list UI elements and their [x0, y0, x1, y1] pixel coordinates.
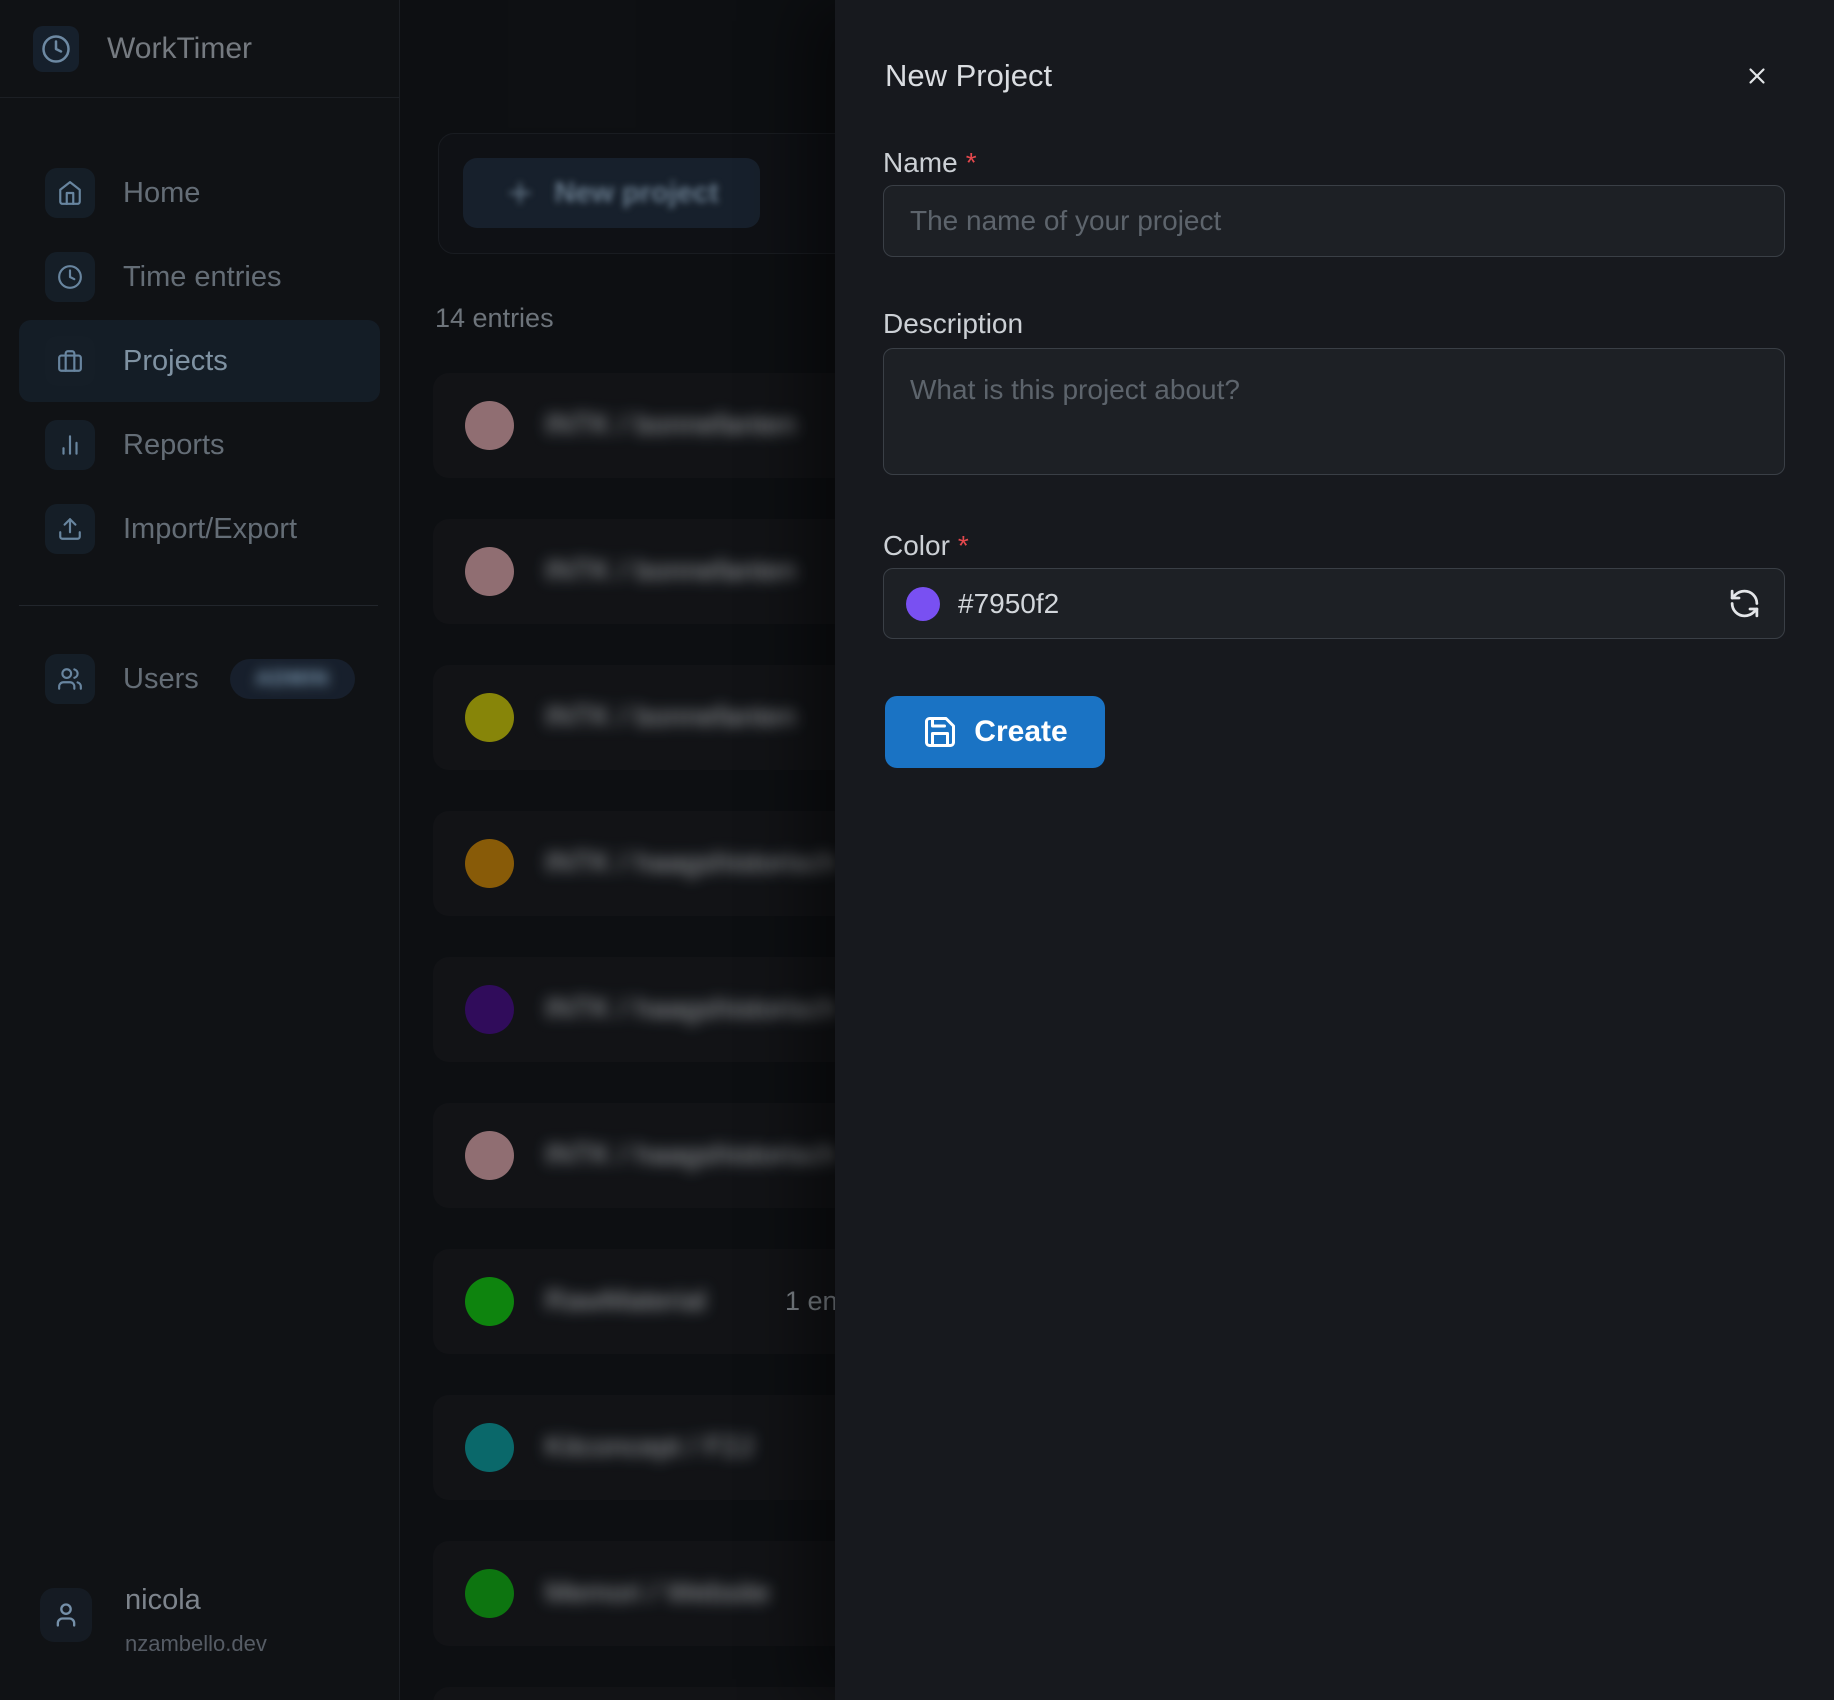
color-label: Color* — [883, 530, 969, 562]
project-name: INTK / haagshistorisch — [545, 993, 837, 1026]
sidebar-item-projects[interactable]: Projects — [19, 320, 380, 402]
refresh-color-button[interactable] — [1726, 586, 1762, 622]
sidebar-item-time-entries[interactable]: Time entries — [19, 236, 380, 318]
user-domain: nzambello.dev — [125, 1631, 267, 1657]
name-label: Name* — [883, 147, 977, 179]
home-icon — [45, 168, 95, 218]
sidebar-item-home[interactable]: Home — [19, 152, 380, 234]
project-name: INTK / bonnefanten — [545, 409, 797, 442]
admin-badge-label: ADMIN — [255, 667, 329, 691]
sidebar-divider — [19, 605, 378, 606]
refresh-icon — [1728, 587, 1761, 620]
color-swatch — [906, 587, 940, 621]
project-name: INTK / haagshistorisch — [545, 1139, 837, 1172]
users-label: Users — [123, 663, 199, 696]
save-icon — [922, 714, 958, 750]
project-color-dot — [465, 985, 514, 1034]
create-label: Create — [974, 715, 1067, 749]
new-project-button[interactable]: New project — [463, 158, 760, 228]
project-name: Kitconcept / F2J — [545, 1431, 753, 1464]
sidebar-item-reports[interactable]: Reports — [19, 404, 380, 486]
sidebar-item-import-export[interactable]: Import/Export — [19, 488, 380, 570]
admin-badge: ADMIN — [230, 659, 355, 699]
sidebar-item-users[interactable]: Users ADMIN — [19, 638, 380, 720]
clock-icon — [41, 34, 71, 64]
drawer-title: New Project — [885, 58, 1052, 94]
app-header: WorkTimer — [0, 0, 399, 98]
color-value: #7950f2 — [958, 588, 1708, 620]
description-input[interactable] — [883, 348, 1785, 475]
project-color-dot — [465, 1277, 514, 1326]
user-name: nicola — [125, 1586, 267, 1615]
project-color-dot — [465, 1131, 514, 1180]
project-name: Memori / Website — [545, 1577, 770, 1610]
project-name: INTK / bonnefanten — [545, 701, 797, 734]
description-label: Description — [883, 308, 1023, 340]
project-color-dot — [465, 1569, 514, 1618]
color-input[interactable]: #7950f2 — [883, 568, 1785, 639]
plus-icon — [504, 177, 536, 209]
project-color-dot — [465, 1423, 514, 1472]
clock-icon — [45, 252, 95, 302]
name-input[interactable] — [883, 185, 1785, 257]
required-marker: * — [966, 147, 977, 178]
user-icon — [40, 1588, 92, 1642]
new-project-drawer: New Project Name* Description Color* #79… — [835, 0, 1834, 1700]
project-name: INTK / haagshistorisch — [545, 847, 837, 880]
briefcase-icon — [45, 336, 95, 386]
bar-chart-icon — [45, 420, 95, 470]
project-name: RawMaterial — [545, 1285, 706, 1318]
project-color-dot — [465, 693, 514, 742]
new-project-label: New project — [554, 177, 718, 210]
sidebar: WorkTimer Home Time entries Projects Rep… — [0, 0, 400, 1700]
required-marker: * — [958, 530, 969, 561]
upload-icon — [45, 504, 95, 554]
close-button[interactable] — [1735, 54, 1779, 98]
app-logo — [33, 26, 79, 72]
project-color-dot — [465, 401, 514, 450]
project-entries-count: 1 en — [785, 1286, 838, 1317]
project-color-dot — [465, 547, 514, 596]
create-button[interactable]: Create — [885, 696, 1105, 768]
project-name: INTK / bonnefanten — [545, 555, 797, 588]
users-icon — [45, 654, 95, 704]
project-color-dot — [465, 839, 514, 888]
entries-count: 14 entries — [435, 303, 554, 334]
close-icon — [1744, 63, 1770, 89]
current-user[interactable]: nicola nzambello.dev — [40, 1588, 267, 1657]
sidebar-nav: Home Time entries Projects Reports Impor… — [19, 152, 380, 572]
app-screen: New project 14 entries INTK / bonnefante… — [0, 0, 1834, 1700]
app-title: WorkTimer — [107, 32, 252, 66]
